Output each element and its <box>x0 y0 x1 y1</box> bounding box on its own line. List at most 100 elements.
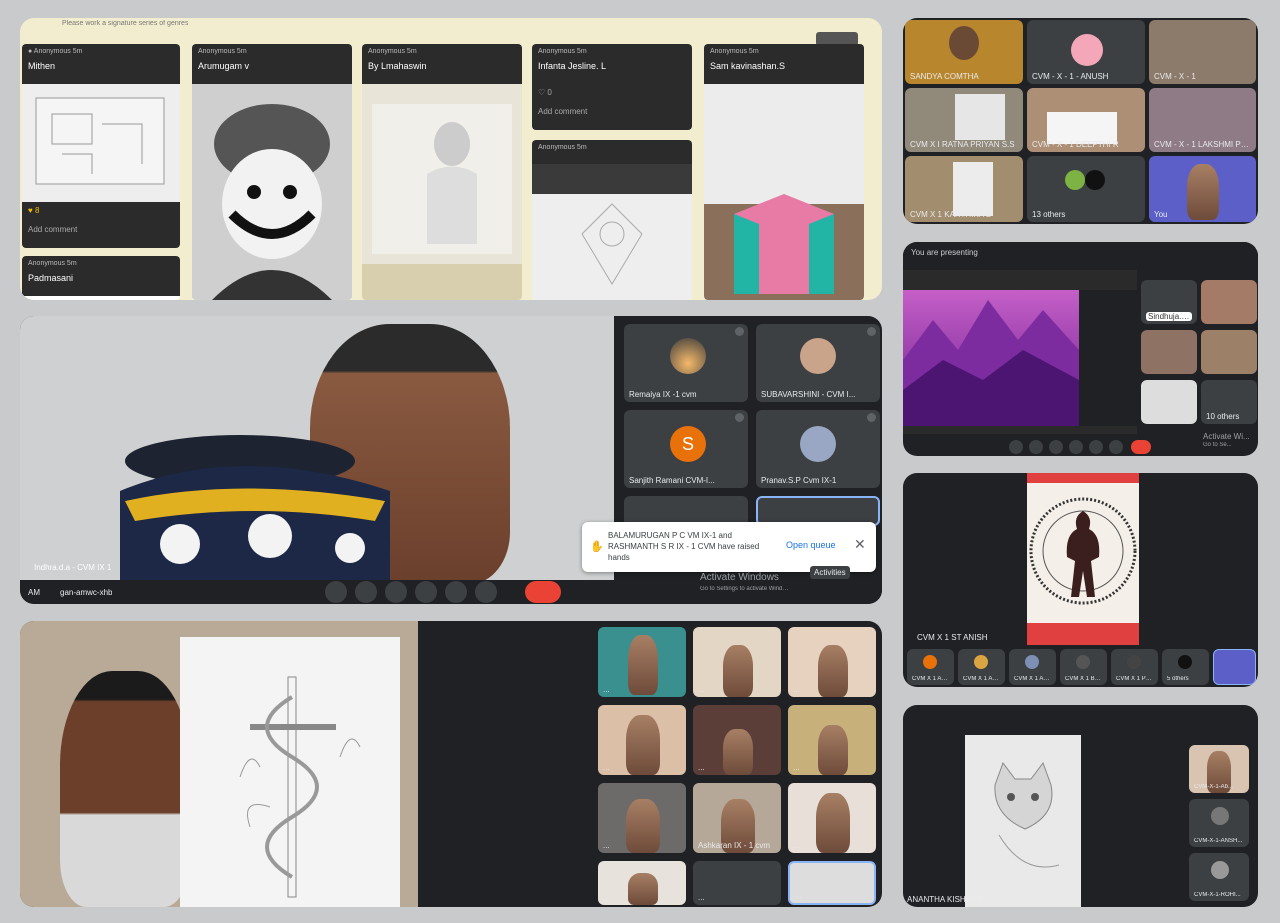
card-header: Anonymous 5m Arumugam v <box>192 44 352 84</box>
participant-tile[interactable]: ... <box>693 627 781 697</box>
end-call-button[interactable] <box>1131 440 1151 454</box>
participant-tile[interactable]: CVM X 1 KARTHIKA B <box>905 156 1023 222</box>
padlet-header: Please work a signature series of genres <box>62 20 189 27</box>
add-comment[interactable]: Add comment <box>28 225 174 234</box>
participant-tile[interactable]: CVM - X - 1 LAKSHMI PRIYA S.S <box>1149 88 1256 152</box>
open-queue-button[interactable]: Open queue <box>786 540 836 550</box>
raise-hand-button[interactable] <box>415 581 437 603</box>
participant-tile[interactable]: ... <box>598 783 686 853</box>
participant-tile[interactable]: CVM - X - 1 <box>1149 20 1256 84</box>
raise-hand-button[interactable] <box>1069 440 1083 454</box>
participant-tile[interactable]: Sindhuja.S.P <box>1141 280 1197 324</box>
card-header: Anonymous 5m Sam kavinashan.S <box>704 44 864 84</box>
add-comment[interactable]: Add comment <box>538 107 686 116</box>
participant-tile[interactable]: ... <box>788 627 876 697</box>
camera-button[interactable] <box>1029 440 1043 454</box>
cat-sketch-video <box>965 735 1081 907</box>
more-button[interactable] <box>1109 440 1123 454</box>
self-tile[interactable]: ... <box>788 861 876 905</box>
mic-icon <box>735 327 744 336</box>
participant-tile[interactable] <box>1141 330 1197 374</box>
end-call-button[interactable] <box>525 581 561 603</box>
others-tile[interactable]: 13 others <box>1027 156 1145 222</box>
participant-tile[interactable]: CVM-X-1-ANSH... <box>1189 799 1249 847</box>
meet-grid-panel: SANDYA COMTHA CVM - X - 1 - ANUSH CVM - … <box>903 18 1258 224</box>
close-icon[interactable]: ✕ <box>854 536 866 553</box>
floorplan-drawing <box>35 97 165 185</box>
participant-tile[interactable]: CVM X 1 ARJU... <box>958 649 1005 685</box>
card-header: Anonymous 5m Padmasani <box>22 256 180 296</box>
participant-tile[interactable]: Pranav.S.P Cvm IX-1 <box>756 410 880 488</box>
participant-tile[interactable]: CVM-X-1-ROHI... <box>1189 853 1249 901</box>
cat-meet-panel: ANANTHA KISHORE CVM-X-1-Ab... CVM-X-1-AN… <box>903 705 1258 907</box>
mic-icon <box>867 327 876 336</box>
participant-tile[interactable]: CVM X I RATNA PRIYAN S.S <box>905 88 1023 152</box>
captions-button[interactable] <box>385 581 407 603</box>
heart-icon[interactable]: ♥ <box>28 206 35 215</box>
participant-tile[interactable]: CVM-X-1-Ab... <box>1189 745 1249 793</box>
participant-tile[interactable]: CVM - X - 1 DEEPTHI R <box>1027 88 1145 152</box>
participant-tile[interactable]: CVM X 1 ALVIN... <box>1009 649 1056 685</box>
shield-meet-panel: CVM X 1 ST ANISH CVM X 1 ANUSH CVM X 1 A… <box>903 473 1258 687</box>
presenter-video <box>20 621 418 907</box>
others-tile[interactable]: 5 others <box>1162 649 1209 685</box>
sword-sketch-image <box>180 637 400 907</box>
participant-tile[interactable]: ... <box>598 705 686 775</box>
portrait-sketch-image <box>362 84 522 300</box>
more-button[interactable] <box>475 581 497 603</box>
participant-tile[interactable] <box>1201 280 1257 324</box>
craft-box-image <box>704 84 864 300</box>
participant-tile[interactable]: ... <box>788 783 876 853</box>
participant-tile[interactable]: CVM X 1 PR.JIR... <box>1111 649 1158 685</box>
meeting-code: gan-amwc-xhb <box>60 588 113 597</box>
goddess-sketch-image <box>532 164 692 300</box>
padlet-card[interactable]: Anonymous 5m Padmasani <box>22 256 180 300</box>
participant-tile[interactable]: SANDYA COMTHA <box>905 20 1023 84</box>
padlet-card[interactable]: ● Anonymous 5m Mithen ♥ 8 Add comment <box>22 44 180 248</box>
self-tile[interactable]: You <box>1149 156 1256 222</box>
padlet-card[interactable]: Anonymous 5m By Lmahaswin <box>362 44 522 300</box>
participant-tile[interactable]: ... <box>693 861 781 905</box>
present-button[interactable] <box>445 581 467 603</box>
captions-button[interactable] <box>1049 440 1063 454</box>
card-header: Anonymous 5m By Lmahaswin <box>362 44 522 84</box>
participant-tile[interactable]: Ashkaran IX - 1 cvm <box>693 783 781 853</box>
hand-icon: ✋ <box>590 541 604 553</box>
face-drawing-image <box>192 84 352 300</box>
participant-tile[interactable]: ... <box>788 705 876 775</box>
participant-tile[interactable]: Remaiya IX -1 cvm <box>624 324 748 402</box>
participant-tile[interactable] <box>1201 330 1257 374</box>
participant-tile[interactable]: CVM - X - 1 - ANUSH <box>1027 20 1145 84</box>
raised-hands-notification: ✋ BALAMURUGAN P C VM IX-1 and RASHMANTH … <box>582 522 876 572</box>
heart-icon[interactable]: ♡ <box>538 88 547 97</box>
activities-tooltip: Activities <box>810 566 850 579</box>
participant-tile[interactable]: ... <box>598 627 686 697</box>
sketch-image <box>22 84 180 202</box>
participant-tile[interactable]: S Sanjith Ramani CVM-I... <box>624 410 748 488</box>
participant-tile[interactable]: CVM X 1 ANUSH <box>907 649 954 685</box>
artwork-video <box>1027 473 1139 645</box>
padlet-card[interactable]: Anonymous 5m Sam kavinashan.S <box>704 44 864 300</box>
participant-tile[interactable]: CVM X 1 BENIT... <box>1060 649 1107 685</box>
card-header: ● Anonymous 5m Mithen <box>22 44 180 84</box>
cat-sketch-image <box>965 735 1081 907</box>
participant-tile[interactable] <box>1141 380 1197 424</box>
mic-icon <box>735 413 744 422</box>
self-tile[interactable] <box>1213 649 1256 685</box>
camera-button[interactable] <box>355 581 377 603</box>
padlet-card[interactable]: Anonymous 5m Infanta Jesline. L ♡ 0 Add … <box>532 44 692 130</box>
others-tile[interactable]: 10 others <box>1201 380 1257 424</box>
present-button[interactable] <box>1089 440 1103 454</box>
padlet-card[interactable]: Anonymous 5m <box>532 140 692 300</box>
landscape-image <box>903 290 1137 426</box>
participant-tile[interactable]: ... <box>598 861 686 905</box>
hand-button[interactable] <box>325 581 347 603</box>
participant-tile[interactable]: ... <box>693 705 781 775</box>
presenting-meet-panel: You are presenting Sindhuja.S.P 10 other… <box>903 242 1258 456</box>
card-header: Anonymous 5m <box>532 140 692 164</box>
participant-tile[interactable]: SUBAVARSHINI - CVM I... <box>756 324 880 402</box>
presenter-video: Indhra.d.a - CVM IX 1 <box>20 316 614 580</box>
padlet-card[interactable]: Anonymous 5m Arumugam v <box>192 44 352 300</box>
mic-button[interactable] <box>1009 440 1023 454</box>
avatar: S <box>670 426 706 462</box>
